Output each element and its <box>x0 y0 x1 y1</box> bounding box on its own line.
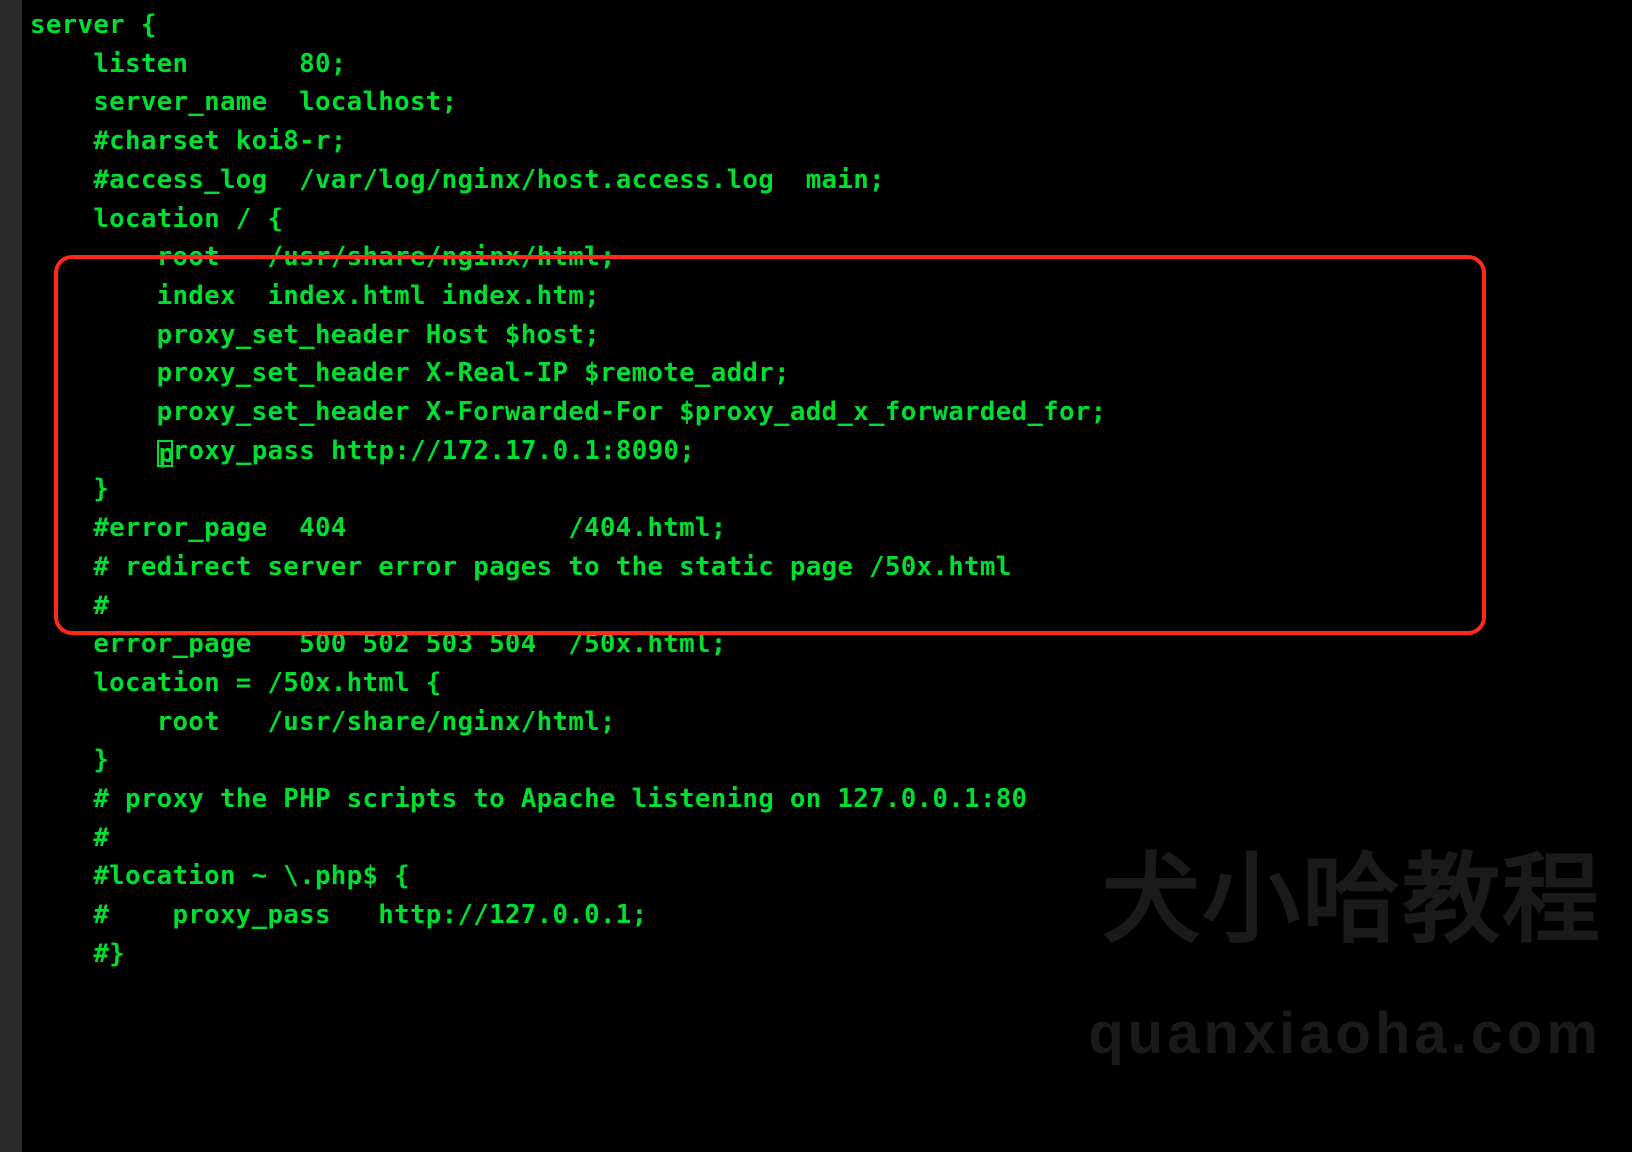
code-line[interactable]: server_name localhost; <box>30 83 1107 122</box>
code-line[interactable]: # proxy_pass http://127.0.0.1; <box>30 896 1107 935</box>
code-line[interactable]: location = /50x.html { <box>30 664 1107 703</box>
code-line[interactable]: proxy_pass http://172.17.0.1:8090; <box>30 432 1107 471</box>
code-line[interactable]: proxy_set_header X-Real-IP $remote_addr; <box>30 354 1107 393</box>
terminal-editor[interactable]: 犬小哈教程 quanxiaoha.com server { listen 80;… <box>0 0 1632 1152</box>
text-cursor: p <box>157 440 173 467</box>
editor-gutter <box>0 0 22 1152</box>
watermark-title: 犬小哈教程 <box>1102 820 1602 962</box>
code-line[interactable]: proxy_set_header X-Forwarded-For $proxy_… <box>30 393 1107 432</box>
code-line[interactable]: #access_log /var/log/nginx/host.access.l… <box>30 161 1107 200</box>
code-line[interactable]: # <box>30 587 1107 626</box>
code-line[interactable]: server { <box>30 6 1107 45</box>
code-line[interactable]: } <box>30 470 1107 509</box>
code-line[interactable]: #location ~ \.php$ { <box>30 857 1107 896</box>
code-line[interactable]: root /usr/share/nginx/html; <box>30 703 1107 742</box>
code-line[interactable]: location / { <box>30 200 1107 239</box>
code-line[interactable]: #error_page 404 /404.html; <box>30 509 1107 548</box>
watermark-url: quanxiaoha.com <box>1088 1000 1602 1067</box>
code-line[interactable]: index index.html index.htm; <box>30 277 1107 316</box>
code-line[interactable]: #} <box>30 935 1107 974</box>
code-line[interactable]: # proxy the PHP scripts to Apache listen… <box>30 780 1107 819</box>
code-line[interactable]: proxy_set_header Host $host; <box>30 316 1107 355</box>
code-block[interactable]: server { listen 80; server_name localhos… <box>30 6 1107 974</box>
code-line[interactable]: #charset koi8-r; <box>30 122 1107 161</box>
code-line[interactable]: listen 80; <box>30 45 1107 84</box>
code-line[interactable]: # redirect server error pages to the sta… <box>30 548 1107 587</box>
code-line[interactable]: # <box>30 819 1107 858</box>
code-line[interactable]: error_page 500 502 503 504 /50x.html; <box>30 625 1107 664</box>
code-line[interactable]: root /usr/share/nginx/html; <box>30 238 1107 277</box>
code-line[interactable]: } <box>30 741 1107 780</box>
